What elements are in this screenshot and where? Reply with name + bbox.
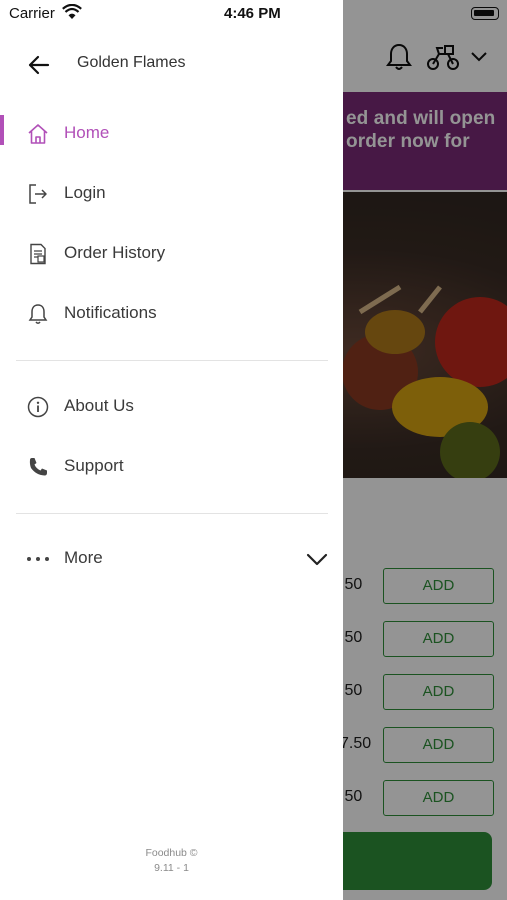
menu-item-label: Home (64, 123, 110, 142)
menu-item-label: More (64, 548, 103, 567)
drawer-footer: Foodhub © 9.11 - 1 (0, 846, 343, 876)
login-icon (26, 182, 50, 206)
status-bar: Carrier 4:46 PM (0, 0, 343, 28)
status-time: 4:46 PM (224, 5, 281, 22)
receipt-icon (26, 242, 50, 266)
wifi-icon (62, 3, 82, 24)
menu-divider (16, 360, 328, 361)
app-version: 9.11 - 1 (154, 862, 189, 874)
info-icon (26, 395, 50, 419)
menu-item-label: Support (64, 456, 124, 475)
footer-brand: Foodhub © (145, 847, 198, 859)
home-icon (26, 122, 50, 146)
menu-item-label: About Us (64, 396, 134, 415)
back-button[interactable] (22, 48, 56, 82)
chevron-down-icon[interactable] (305, 548, 329, 575)
active-indicator (0, 115, 4, 145)
menu-item-about-us[interactable]: About Us (0, 382, 343, 432)
menu-item-support[interactable]: Support (0, 442, 343, 492)
store-name: Golden Flames (77, 54, 186, 71)
carrier-label: Carrier (9, 5, 55, 22)
navigation-drawer: Carrier 4:46 PM Golden Flames Home Login… (0, 0, 343, 900)
more-dots-icon (26, 547, 50, 571)
menu-item-label: Notifications (64, 303, 157, 322)
menu-item-label: Login (64, 183, 106, 202)
phone-icon (26, 455, 50, 479)
menu-item-login[interactable]: Login (0, 169, 343, 219)
menu-item-order-history[interactable]: Order History (0, 229, 343, 279)
menu-divider (16, 513, 328, 514)
menu-item-more[interactable]: More (0, 534, 343, 584)
menu-item-notifications[interactable]: Notifications (0, 289, 343, 339)
drawer-header: Golden Flames (0, 40, 343, 86)
arrow-left-icon (28, 55, 50, 75)
bell-icon (26, 302, 50, 326)
menu-item-home[interactable]: Home (0, 109, 343, 159)
menu-item-label: Order History (64, 243, 166, 262)
